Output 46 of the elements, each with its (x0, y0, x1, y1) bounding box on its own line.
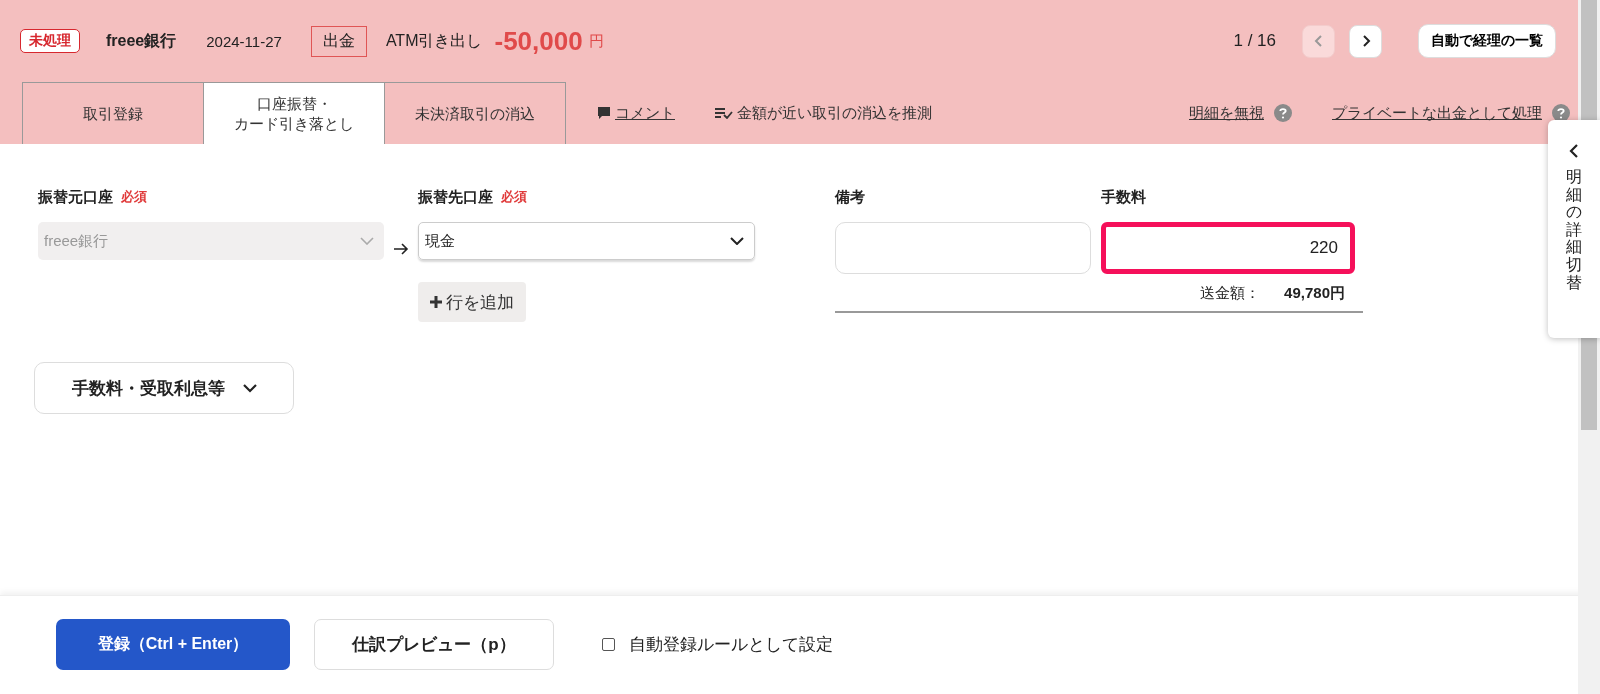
plus-icon (430, 296, 442, 308)
currency-text: 円 (588, 31, 604, 51)
tab[interactable]: 口座振替・ カード引き落とし (203, 82, 385, 144)
action-link[interactable]: コメント (615, 103, 675, 123)
next-button[interactable] (1349, 24, 1382, 58)
list-check-icon (715, 107, 733, 119)
chevron-down-icon (360, 237, 374, 245)
help-icon[interactable] (1274, 104, 1292, 122)
chevron-down-icon (730, 237, 744, 245)
chevron-right-icon (1360, 35, 1371, 47)
add-row-button[interactable]: 行を追加 (418, 282, 526, 322)
tab[interactable]: 取引登録 (22, 82, 204, 144)
detail-toggle-menu[interactable]: 明細の詳細切替 (1548, 120, 1600, 338)
chevron-left-icon (1313, 35, 1324, 47)
submit-button[interactable]: 登録（Ctrl + Enter） (56, 618, 290, 670)
collapse-button[interactable]: 手数料・受取利息等 (34, 362, 294, 414)
action-link[interactable]: 金額が近い取引の消込を推測 (737, 103, 932, 123)
bank-name: freee銀行 (106, 30, 177, 51)
field-label: 手数料 (1101, 187, 1146, 207)
status-badge: 未処理 (20, 29, 80, 53)
required-mark: 必須 (501, 188, 527, 206)
checkbox[interactable] (602, 637, 615, 651)
preview-button[interactable]: 仕訳プレビュー（p） (314, 618, 554, 670)
chevron-down-icon (242, 383, 257, 393)
field-label: 振替元口座 (38, 187, 113, 207)
to-account-select[interactable]: 現金 (418, 222, 755, 260)
page-counter: 1 / 16 (1233, 31, 1276, 51)
memo-field[interactable] (835, 222, 1091, 274)
type-badge: 出金 (310, 25, 367, 57)
total-value: 49,780円 (1284, 284, 1345, 303)
field-label: 振替先口座 (418, 187, 493, 207)
fee-field[interactable]: 220 (1101, 222, 1355, 274)
comment-icon (597, 106, 611, 120)
field-label: 備考 (835, 187, 865, 207)
chevron-left-icon (1569, 144, 1579, 158)
total-label: 送金額： (1200, 284, 1261, 303)
arrow-icon (393, 242, 409, 256)
action-link[interactable]: 明細を無視 (1189, 103, 1264, 123)
checkbox-label: 自動登録ルールとして設定 (629, 633, 833, 656)
action-link[interactable]: プライベートな出金として処理 (1332, 103, 1542, 123)
required-mark: 必須 (121, 188, 147, 206)
amount-text: -50,000 (494, 25, 583, 57)
date-text: 2024-11-27 (206, 32, 282, 50)
list-button[interactable]: 自動で経理の一覧 (1418, 24, 1556, 58)
description-text: ATM引き出し (385, 30, 483, 51)
tab[interactable]: 未決済取引の消込 (384, 82, 566, 144)
